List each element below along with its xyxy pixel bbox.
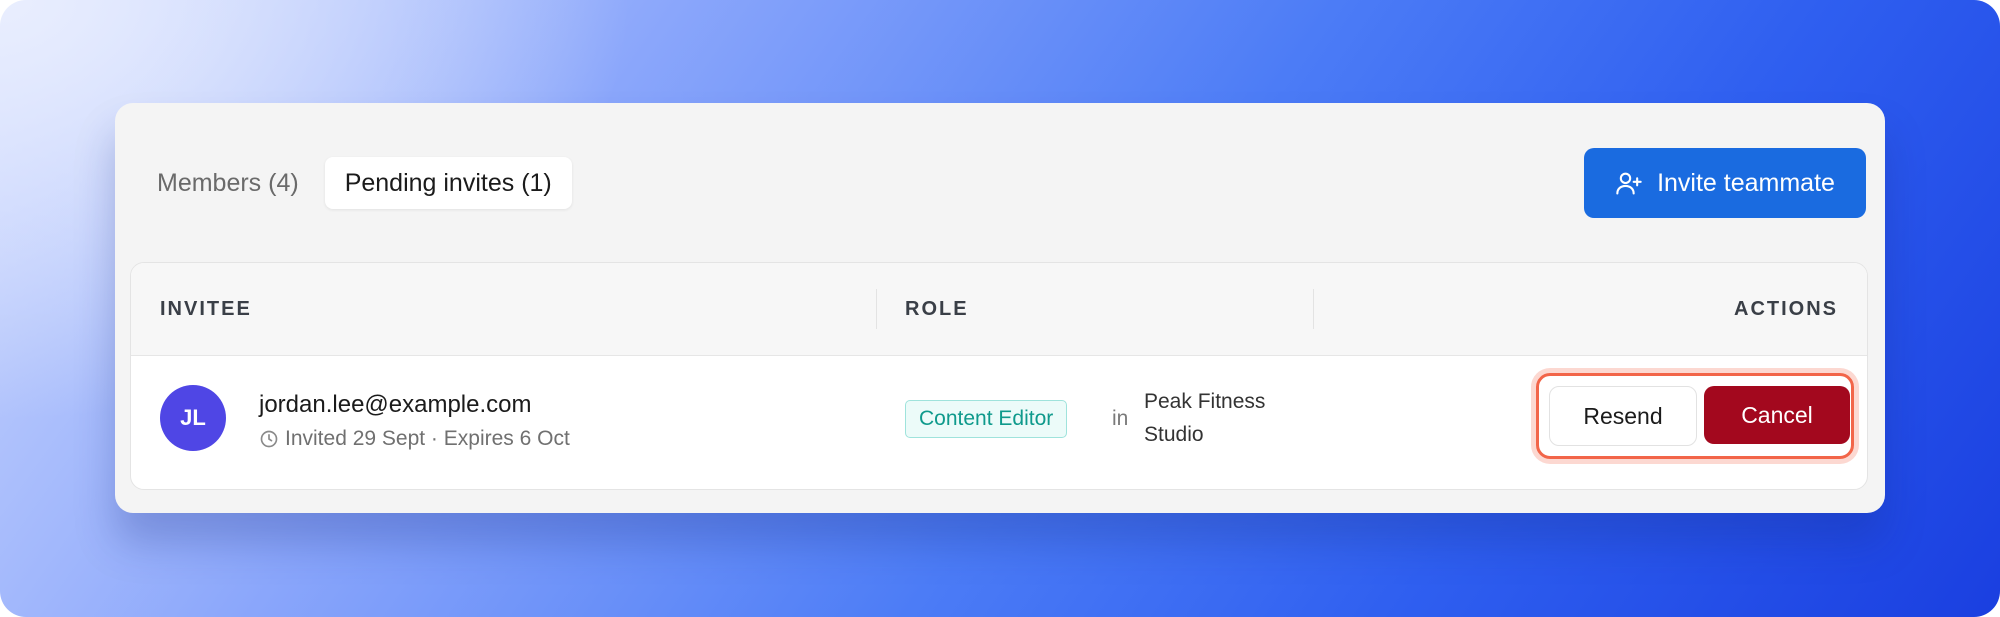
team-panel: Members (4) Pending invites (1) Invite t…: [115, 103, 1885, 513]
row-actions: Resend Cancel: [1536, 373, 1854, 459]
resend-button[interactable]: Resend: [1549, 386, 1697, 446]
column-divider: [1313, 289, 1314, 329]
table-header: INVITEE ROLE ACTIONS: [131, 263, 1867, 356]
clock-icon: [260, 430, 278, 448]
tab-pending-invites[interactable]: Pending invites (1): [324, 157, 572, 209]
column-header-role: ROLE: [905, 297, 969, 320]
column-header-actions: ACTIONS: [1734, 297, 1838, 320]
column-header-invitee: INVITEE: [160, 297, 252, 320]
invitee-email: jordan.lee@example.com: [259, 391, 532, 418]
background: Members (4) Pending invites (1) Invite t…: [0, 0, 2000, 617]
in-label: in: [1112, 407, 1129, 430]
role-badge: Content Editor: [905, 400, 1068, 438]
organization-name: Peak Fitness Studio: [1144, 390, 1266, 446]
invite-dates: Invited 29 Sept · Expires 6 Oct: [285, 427, 570, 450]
invite-meta: Invited 29 Sept · Expires 6 Oct: [259, 427, 570, 451]
avatar: JL: [160, 385, 226, 451]
invites-table: INVITEE ROLE ACTIONS JL jordan.lee@examp…: [130, 262, 1868, 490]
user-plus-icon: [1616, 172, 1642, 195]
tab-bar: Members (4) Pending invites (1): [137, 157, 572, 209]
invite-teammate-button[interactable]: Invite teammate: [1584, 148, 1866, 218]
invite-teammate-label: Invite teammate: [1657, 168, 1835, 197]
table-row: JL jordan.lee@example.com Invited 29 Sep…: [131, 355, 1867, 489]
cancel-invite-button[interactable]: Cancel: [1704, 386, 1850, 444]
column-divider: [876, 289, 877, 329]
tab-members[interactable]: Members (4): [137, 157, 319, 209]
